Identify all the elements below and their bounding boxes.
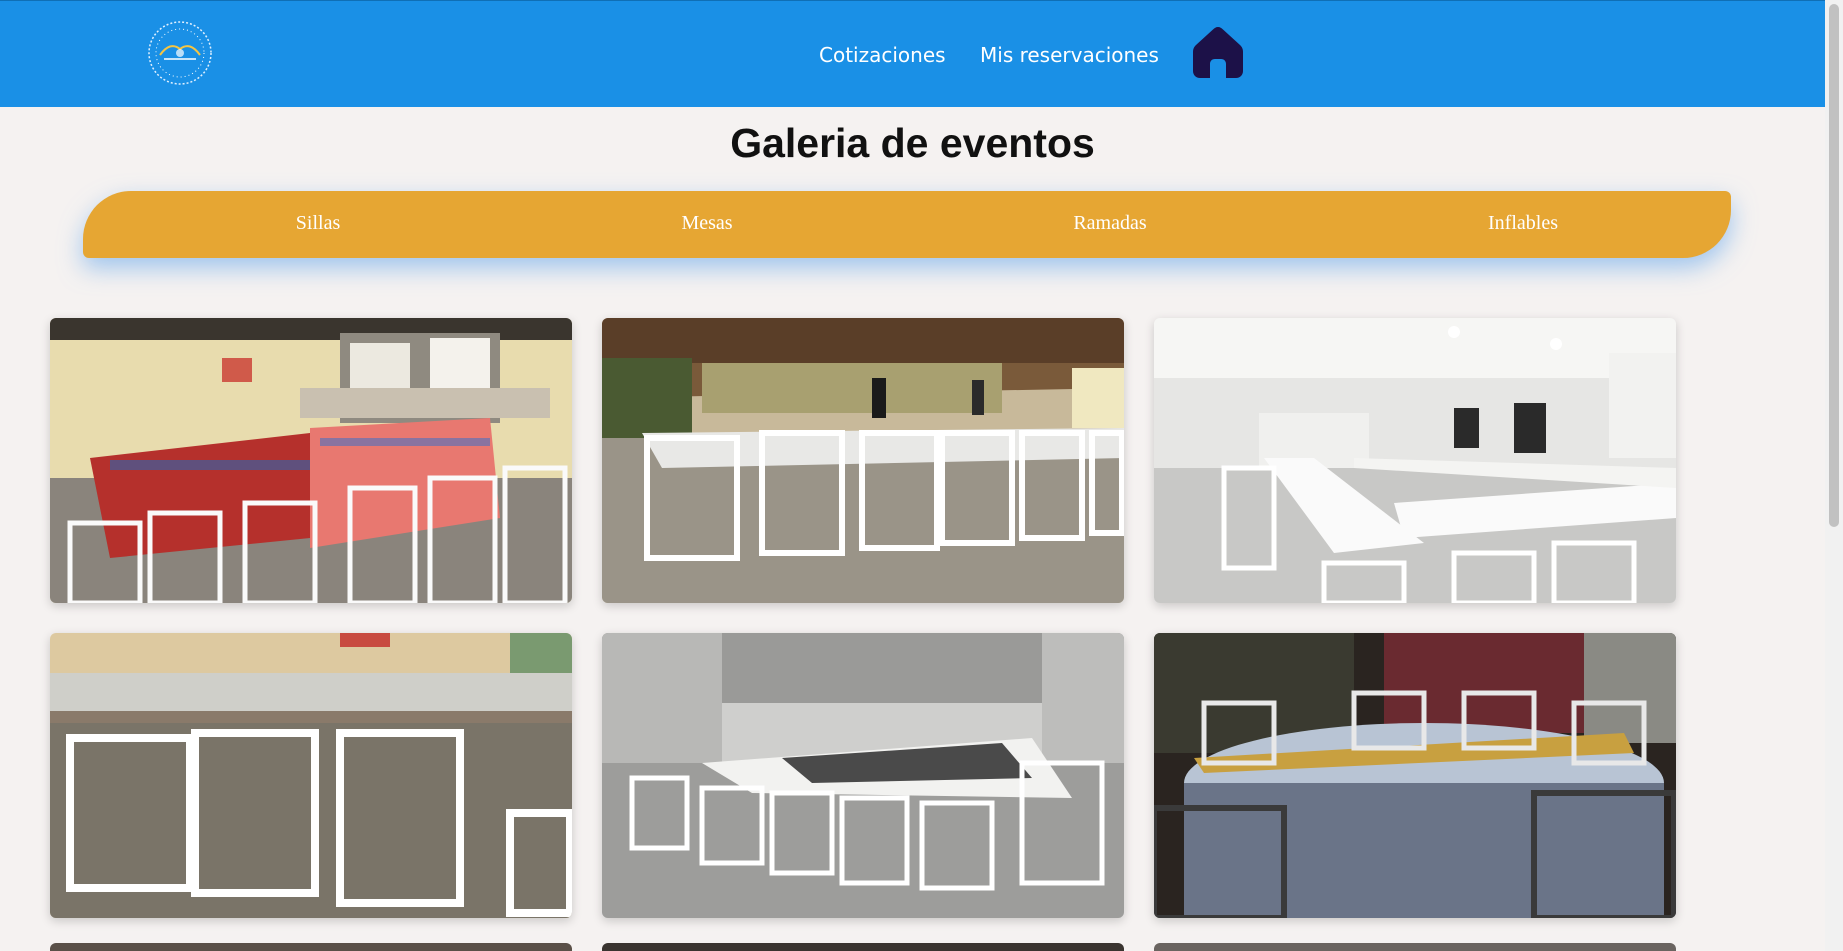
category-ramadas[interactable]: Ramadas (1073, 212, 1146, 235)
gallery-photo-partial[interactable] (602, 943, 1124, 951)
gallery-photo-partial[interactable] (50, 943, 572, 951)
category-filter-bar: Sillas Mesas Ramadas Inflables (83, 191, 1731, 258)
page-title: Galeria de eventos (730, 120, 1095, 166)
category-mesas[interactable]: Mesas (681, 212, 732, 235)
nav-cotizaciones-link[interactable]: Cotizaciones (819, 43, 946, 67)
gallery-photo[interactable] (602, 633, 1124, 918)
nav-mis-reservaciones-link[interactable]: Mis reservaciones (980, 43, 1159, 67)
scrollbar-thumb[interactable] (1829, 4, 1839, 527)
gallery-photo[interactable] (50, 318, 572, 603)
gallery-photo-partial[interactable] (1154, 943, 1676, 951)
home-icon[interactable] (1190, 24, 1246, 80)
category-inflables[interactable]: Inflables (1488, 212, 1558, 235)
brand-logo-icon[interactable] (146, 19, 214, 87)
gallery-photo[interactable] (1154, 633, 1676, 918)
category-sillas[interactable]: Sillas (296, 212, 340, 235)
gallery-photo[interactable] (602, 318, 1124, 603)
vertical-scrollbar[interactable] (1825, 0, 1843, 951)
top-navbar: Cotizaciones Mis reservaciones (0, 0, 1825, 107)
gallery-photo[interactable] (50, 633, 572, 918)
gallery-photo[interactable] (1154, 318, 1676, 603)
